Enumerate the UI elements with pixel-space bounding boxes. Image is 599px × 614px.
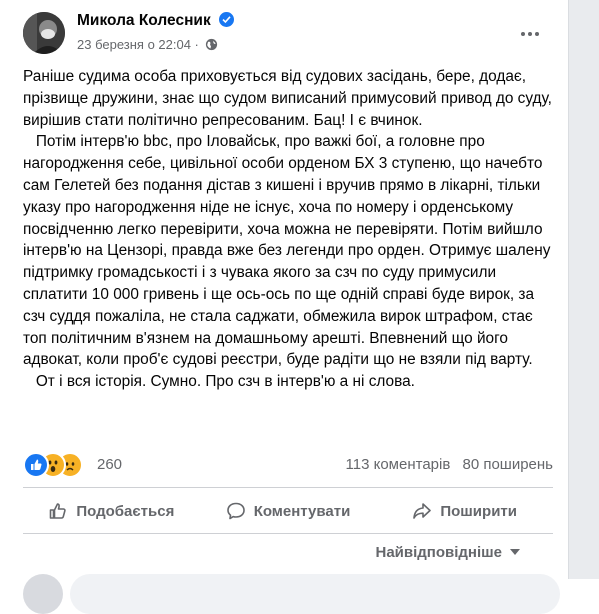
author-name-text[interactable]: Микола Колесник bbox=[77, 12, 211, 29]
caret-down-icon bbox=[510, 549, 520, 555]
share-button[interactable]: Поширити bbox=[376, 494, 553, 528]
divider bbox=[23, 533, 553, 534]
engagement-counts: 113 коментарів 80 поширень bbox=[346, 456, 553, 473]
verified-badge-icon bbox=[219, 12, 235, 27]
divider bbox=[23, 487, 553, 488]
shares-count[interactable]: 80 поширень bbox=[462, 456, 553, 473]
like-reaction-icon bbox=[23, 452, 49, 478]
comment-label: Коментувати bbox=[253, 502, 351, 520]
post-paragraph: Потім інтерв'ю bbc, про Іловайськ, про в… bbox=[23, 133, 551, 369]
comment-button[interactable]: Коментувати bbox=[200, 494, 377, 528]
comments-sort-dropdown[interactable]: Найвідповідніше bbox=[375, 544, 520, 561]
more-options-icon[interactable] bbox=[518, 24, 542, 44]
globe-icon[interactable] bbox=[205, 38, 218, 54]
post-card: Микола Колесник 23 березня о 22:04 · Ран… bbox=[0, 0, 569, 614]
comments-sort-label: Найвідповідніше bbox=[375, 544, 502, 561]
comments-count[interactable]: 113 коментарів bbox=[346, 456, 451, 473]
like-button[interactable]: Подобається bbox=[23, 494, 200, 528]
comment-preview bbox=[70, 574, 560, 614]
like-label: Подобається bbox=[76, 502, 175, 520]
share-arrow-icon bbox=[413, 503, 432, 519]
comment-bubble-icon bbox=[226, 502, 245, 520]
avatar[interactable] bbox=[23, 12, 65, 54]
post-stats: 260 113 коментарів 80 поширень bbox=[23, 452, 553, 478]
author-name[interactable]: Микола Колесник bbox=[77, 12, 235, 30]
page-background-strip bbox=[569, 0, 599, 579]
share-label: Поширити bbox=[440, 502, 517, 520]
post-body: Раніше судима особа приховується від суд… bbox=[23, 66, 558, 393]
commenter-avatar bbox=[23, 574, 63, 614]
reaction-count[interactable]: 260 bbox=[97, 456, 122, 473]
thumbs-up-icon bbox=[50, 503, 67, 519]
action-bar: Подобається Коментувати Поширити bbox=[23, 494, 553, 528]
post-paragraph: Раніше судима особа приховується від суд… bbox=[23, 68, 552, 129]
post-timestamp[interactable]: 23 березня о 22:04 · bbox=[77, 37, 199, 52]
post-paragraph: От і вся історія. Сумно. Про сзч в інтер… bbox=[23, 373, 415, 391]
post-meta: 23 березня о 22:04 · bbox=[77, 37, 218, 54]
